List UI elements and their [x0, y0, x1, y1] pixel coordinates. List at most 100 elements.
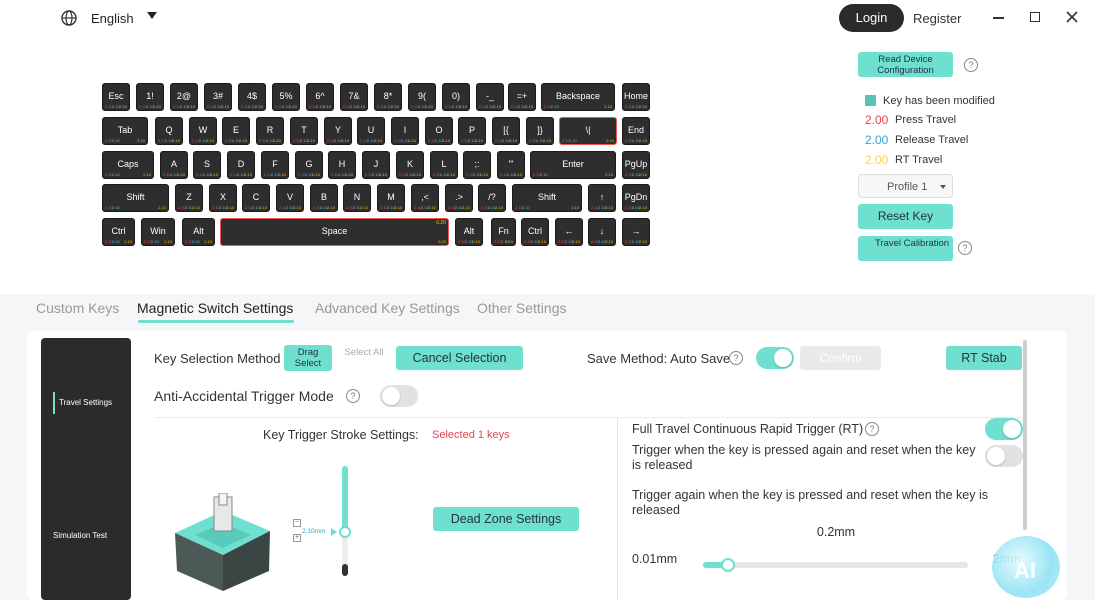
- key-esc[interactable]: Esc 2.10 2.10 2.10: [102, 83, 130, 111]
- read-device-configuration-button[interactable]: Read Device Configuration: [858, 52, 953, 77]
- reset-key-button[interactable]: Reset Key: [858, 204, 953, 229]
- key-sym1-13[interactable]: \| 2.10 2.10 2.10: [559, 117, 617, 145]
- key-sym3-9[interactable]: .> 2.10 2.10 2.10: [445, 184, 473, 212]
- language-select[interactable]: English: [91, 11, 134, 26]
- dead-zone-settings-button[interactable]: Dead Zone Settings: [433, 507, 579, 531]
- key-sym0-11[interactable]: -_ 2.10 2.10 2.10: [476, 83, 504, 111]
- key-sym4-9[interactable]: → 2.10 2.10 2.10: [622, 218, 650, 246]
- key-f[interactable]: F 2.10 2.10 2.10: [261, 151, 289, 179]
- key-s[interactable]: S 2.10 2.10 2.10: [193, 151, 221, 179]
- key-tab[interactable]: Tab 2.10 2.10 2.10: [102, 117, 148, 145]
- tab-advanced-key-settings[interactable]: Advanced Key Settings: [315, 300, 460, 316]
- key-0[interactable]: 0) 2.10 2.10 2.10: [442, 83, 470, 111]
- key-l[interactable]: L 2.10 2.10 2.10: [430, 151, 458, 179]
- register-link[interactable]: Register: [913, 11, 961, 26]
- globe-icon[interactable]: [61, 10, 77, 26]
- key-x[interactable]: X 2.10 2.10 2.10: [209, 184, 237, 212]
- key-o[interactable]: O 2.10 2.10 2.10: [425, 117, 453, 145]
- key-z[interactable]: Z 2.10 2.10 2.10: [175, 184, 203, 212]
- sidebar-item-simulation-test[interactable]: Simulation Test: [53, 531, 107, 540]
- key-r[interactable]: R 2.10 2.10 2.10: [256, 117, 284, 145]
- chevron-down-icon[interactable]: [147, 12, 157, 19]
- minimize-icon[interactable]: [993, 17, 1004, 19]
- key-sym1-11[interactable]: [{2.10 2.10 2.10: [492, 117, 520, 145]
- profile-select[interactable]: Profile 1: [858, 174, 953, 198]
- key-shift[interactable]: Shift 2.10 2.10 2.10: [512, 184, 582, 212]
- key-end[interactable]: End 2.10 2.10 2.10: [622, 117, 650, 145]
- key-alt[interactable]: Alt 2.10 2.10 2.10: [182, 218, 215, 246]
- key-enter[interactable]: Enter 2.10 2.10 2.10: [530, 151, 616, 179]
- key-sym3-8[interactable]: ,< 2.10 2.10 2.10: [411, 184, 439, 212]
- key-n[interactable]: N 2.10 2.10 2.10: [343, 184, 371, 212]
- ai-assistant-badge[interactable]: AI: [992, 536, 1060, 598]
- scrollbar[interactable]: [1023, 340, 1027, 530]
- help-icon[interactable]: ?: [865, 422, 879, 436]
- tab-custom-keys[interactable]: Custom Keys: [36, 300, 119, 316]
- key-6[interactable]: 6^ 2.10 2.10 2.10: [306, 83, 334, 111]
- key-fn[interactable]: Fn 2.10 2.10 2.10: [491, 218, 516, 246]
- key-h[interactable]: H 2.10 2.10 2.10: [328, 151, 356, 179]
- help-icon[interactable]: ?: [346, 389, 360, 403]
- key-alt[interactable]: Alt 2.10 2.10 2.10: [455, 218, 483, 246]
- key-t[interactable]: T 2.10 2.10 2.10: [290, 117, 318, 145]
- key-sym3-10[interactable]: /? 2.10 2.10 2.10: [478, 184, 506, 212]
- key-4[interactable]: 4$ 2.10 2.10 2.10: [238, 83, 266, 111]
- key-sym2-11[interactable]: '" 2.10 2.10 2.10: [497, 151, 525, 179]
- sidebar-item-travel-settings[interactable]: Travel Settings: [59, 398, 112, 407]
- key-d[interactable]: D 2.10 2.10 2.10: [227, 151, 255, 179]
- key-v[interactable]: V 2.10 2.10 2.10: [276, 184, 304, 212]
- key-g[interactable]: G 2.10 2.10 2.10: [295, 151, 323, 179]
- key-b[interactable]: B 2.10 2.10 2.10: [310, 184, 338, 212]
- confirm-button[interactable]: Confirm: [800, 346, 881, 370]
- key-win[interactable]: Win 2.10 2.10 2.10: [141, 218, 175, 246]
- trigger-release-toggle[interactable]: [985, 445, 1023, 467]
- help-icon[interactable]: ?: [964, 58, 978, 72]
- close-icon[interactable]: [1065, 10, 1079, 24]
- travel-slider-handle[interactable]: [339, 526, 351, 538]
- rt-slider-track[interactable]: [703, 562, 968, 568]
- key-c[interactable]: C 2.10 2.10 2.10: [242, 184, 270, 212]
- key-a[interactable]: A 2.10 2.10 2.10: [160, 151, 188, 179]
- key-8[interactable]: 8* 2.10 2.10 2.10: [374, 83, 402, 111]
- help-icon[interactable]: ?: [729, 351, 743, 365]
- key-sym2-10[interactable]: ;: 2.10 2.10 2.10: [463, 151, 491, 179]
- key-sym1-12[interactable]: ]} 2.10 2.10 2.10: [526, 117, 554, 145]
- key-sym3-12[interactable]: ↑ 2.10 2.10 2.10: [588, 184, 616, 212]
- key-shift[interactable]: Shift 2.10 2.10 2.10: [102, 184, 169, 212]
- key-5[interactable]: 5% 2.10 2.10 2.10: [272, 83, 300, 111]
- key-y[interactable]: Y 2.10 2.10 2.10: [324, 117, 352, 145]
- key-ctrl[interactable]: Ctrl 2.10 2.10 2.10: [521, 218, 549, 246]
- key-u[interactable]: U 2.10 2.10 2.10: [357, 117, 385, 145]
- key-1[interactable]: 1! 2.10 2.10 2.10: [136, 83, 164, 111]
- key-p[interactable]: P 2.10 2.10 2.10: [458, 117, 486, 145]
- key-9[interactable]: 9(2.10 2.10 2.10: [408, 83, 436, 111]
- decrease-icon[interactable]: −: [293, 519, 301, 527]
- key-e[interactable]: E 2.10 2.10 2.10: [222, 117, 250, 145]
- auto-save-toggle[interactable]: [756, 347, 794, 369]
- select-all-button[interactable]: Select All: [341, 345, 387, 371]
- drag-select-button[interactable]: Drag Select: [284, 345, 332, 371]
- anti-accidental-toggle[interactable]: [380, 385, 418, 407]
- key-ctrl[interactable]: Ctrl 2.10 2.10 2.10: [102, 218, 135, 246]
- key-q[interactable]: Q 2.10 2.10 2.10: [155, 117, 183, 145]
- key-pgdn[interactable]: PgDn 2.10 2.10 2.10: [622, 184, 650, 212]
- key-sym0-12[interactable]: =+ 2.10 2.10 2.10: [508, 83, 536, 111]
- key-i[interactable]: I 2.10 2.10 2.10: [391, 117, 419, 145]
- key-space[interactable]: Space 0.20 0.20: [220, 218, 449, 246]
- cancel-selection-button[interactable]: Cancel Selection: [396, 346, 523, 370]
- tab-magnetic-switch-settings[interactable]: Magnetic Switch Settings: [137, 300, 293, 316]
- key-home[interactable]: Home 2.10 2.10 2.10: [622, 83, 650, 111]
- increase-icon[interactable]: +: [293, 534, 301, 542]
- key-m[interactable]: M 2.10 2.10 2.10: [377, 184, 405, 212]
- key-backspace[interactable]: Backspace 2.10 2.10 2.10: [541, 83, 615, 111]
- travel-calibration-button[interactable]: Travel Calibration: [858, 236, 953, 261]
- key-w[interactable]: W 2.10 2.10 2.10: [189, 117, 217, 145]
- key-caps[interactable]: Caps 2.10 2.10 2.10: [102, 151, 154, 179]
- rt-slider-handle[interactable]: [721, 558, 735, 572]
- key-sym4-7[interactable]: ← 2.10 2.10 2.10: [555, 218, 583, 246]
- login-button[interactable]: Login: [839, 4, 904, 32]
- key-3[interactable]: 3# 2.10 2.10 2.10: [204, 83, 232, 111]
- full-travel-rt-toggle[interactable]: [985, 418, 1023, 440]
- rt-stab-button[interactable]: RT Stab: [946, 346, 1022, 370]
- maximize-icon[interactable]: [1030, 12, 1040, 22]
